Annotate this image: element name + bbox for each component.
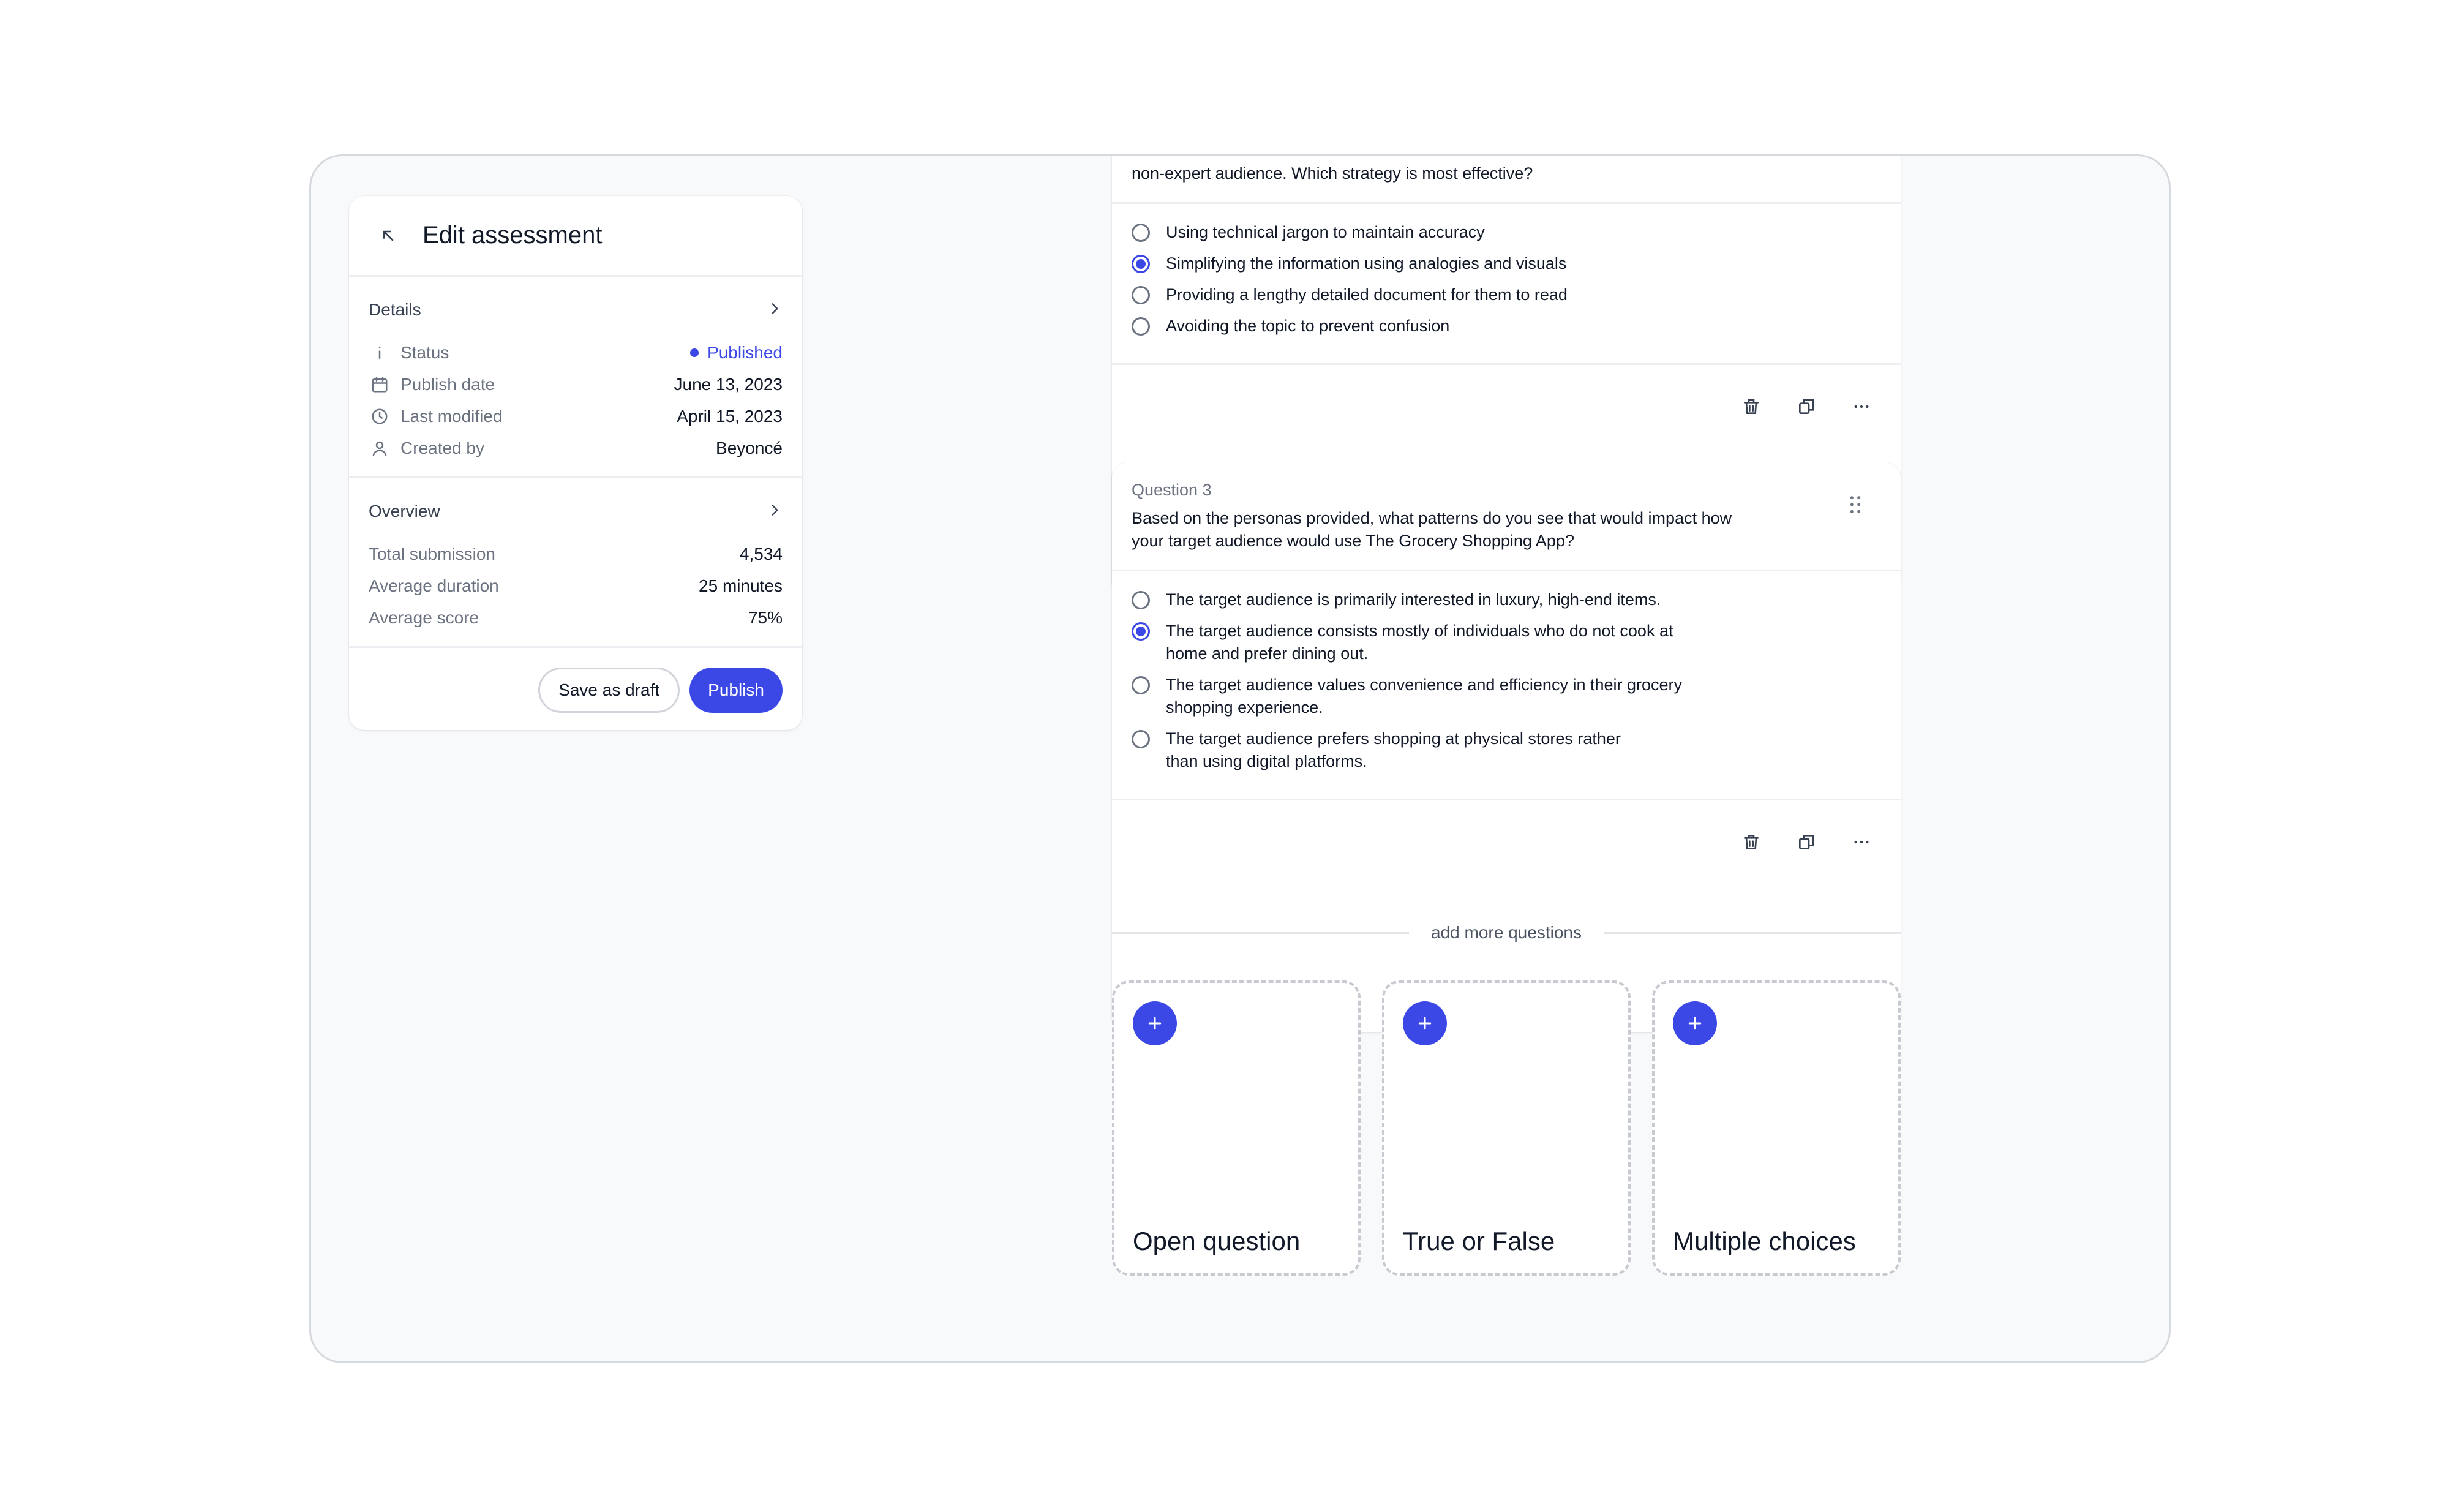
total-submission-label: Total submission <box>369 544 495 563</box>
average-score-label: Average score <box>369 608 479 627</box>
option-text: Using technical jargon to maintain accur… <box>1166 223 1485 241</box>
last-modified-value: April 15, 2023 <box>677 407 783 426</box>
user-icon <box>369 437 391 459</box>
overview-title: Overview <box>369 502 440 521</box>
details-title: Details <box>369 300 421 319</box>
add-more-label: add more questions <box>1431 923 1582 942</box>
radio-button[interactable] <box>1132 676 1150 694</box>
created-by-label: Created by <box>400 438 484 457</box>
sidebar-actions: Save as draft Publish <box>349 648 802 732</box>
last-modified-row: Last modified April 15, 2023 <box>369 401 783 432</box>
question-3-options: The target audience is primarily interes… <box>1112 571 1901 800</box>
divider-line <box>1112 931 1410 934</box>
question-type-label: True or False <box>1403 1227 1555 1255</box>
chevron-right-icon[interactable] <box>767 301 783 320</box>
publish-date-label: Publish date <box>400 375 495 394</box>
question-2-text: non-expert audience. Which strategy is m… <box>1132 164 1533 183</box>
publish-button[interactable]: Publish <box>689 668 783 713</box>
radio-button[interactable] <box>1132 224 1150 242</box>
overview-header[interactable]: Overview <box>369 495 783 527</box>
answer-option[interactable]: The target audience is primarily interes… <box>1132 589 1881 611</box>
question-2-options: Using technical jargon to maintain accur… <box>1112 204 1901 365</box>
radio-button[interactable] <box>1132 591 1150 609</box>
option-text: Avoiding the topic to prevent confusion <box>1166 317 1450 335</box>
more-horizontal-icon[interactable] <box>1847 827 1876 857</box>
duplicate-icon[interactable] <box>1792 392 1821 421</box>
status-label: Status <box>400 343 449 362</box>
option-text: The target audience prefers shopping at … <box>1166 729 1621 770</box>
answer-option[interactable]: The target audience prefers shopping at … <box>1132 728 1881 773</box>
average-duration-value: 25 minutes <box>699 576 783 595</box>
app-frame: Edit assessment Details Status Published… <box>309 154 2171 1363</box>
radio-button[interactable] <box>1132 730 1150 748</box>
status-dot-icon <box>690 348 699 357</box>
answer-option[interactable]: The target audience consists mostly of i… <box>1132 620 1881 665</box>
option-text: Simplifying the information using analog… <box>1166 254 1567 273</box>
divider-line <box>1603 931 1901 934</box>
add-open-question-card[interactable]: Open question <box>1112 980 1361 1276</box>
question-2-header: non-expert audience. Which strategy is m… <box>1112 156 1901 204</box>
last-modified-label: Last modified <box>400 407 503 426</box>
status-badge: Published <box>690 343 783 363</box>
radio-button-selected[interactable] <box>1132 622 1150 641</box>
details-header[interactable]: Details <box>369 294 783 326</box>
question-type-label: Open question <box>1133 1227 1301 1255</box>
total-submission-value: 4,534 <box>739 544 783 563</box>
save-draft-button[interactable]: Save as draft <box>538 668 680 713</box>
created-by-value: Beyoncé <box>716 438 783 457</box>
radio-button-selected[interactable] <box>1132 255 1150 273</box>
question-type-label: Multiple choices <box>1673 1227 1856 1255</box>
plus-icon[interactable] <box>1403 1001 1447 1045</box>
status-value: Published <box>707 343 783 362</box>
more-horizontal-icon[interactable] <box>1847 392 1876 421</box>
average-score-value: 75% <box>748 608 783 627</box>
question-3-number: Question 3 <box>1132 481 1212 499</box>
total-submission-row: Total submission 4,534 <box>369 538 783 570</box>
option-text: The target audience is primarily interes… <box>1166 590 1661 609</box>
answer-option[interactable]: Avoiding the topic to prevent confusion <box>1132 315 1881 337</box>
duplicate-icon[interactable] <box>1792 827 1821 857</box>
plus-icon[interactable] <box>1673 1001 1717 1045</box>
answer-option[interactable]: Providing a lengthy detailed document fo… <box>1132 284 1881 306</box>
created-by-row: Created by Beyoncé <box>369 432 783 464</box>
question-3-toolbar <box>1112 800 1901 884</box>
radio-button[interactable] <box>1132 286 1150 304</box>
answer-option[interactable]: The target audience values convenience a… <box>1132 674 1881 719</box>
trash-icon[interactable] <box>1737 392 1766 421</box>
average-duration-label: Average duration <box>369 576 499 595</box>
add-true-false-card[interactable]: True or False <box>1382 980 1631 1276</box>
option-text: Providing a lengthy detailed document fo… <box>1166 285 1568 304</box>
trash-icon[interactable] <box>1737 827 1766 857</box>
radio-button[interactable] <box>1132 317 1150 336</box>
page-title: Edit assessment <box>423 222 603 249</box>
back-arrow-icon[interactable] <box>370 217 407 254</box>
calendar-icon <box>369 374 391 396</box>
question-2-toolbar <box>1112 365 1901 448</box>
info-icon <box>369 342 391 364</box>
sidebar-header: Edit assessment <box>349 196 802 277</box>
answer-option[interactable]: Using technical jargon to maintain accur… <box>1132 221 1881 244</box>
status-row: Status Published <box>369 337 783 369</box>
add-multiple-choices-card[interactable]: Multiple choices <box>1652 980 1901 1276</box>
publish-date-row: Publish date June 13, 2023 <box>369 369 783 401</box>
assessment-sidebar: Edit assessment Details Status Published… <box>349 196 802 730</box>
answer-option[interactable]: Simplifying the information using analog… <box>1132 252 1881 275</box>
add-more-divider: add more questions <box>1112 914 1901 951</box>
drag-handle-icon[interactable] <box>1848 494 1863 518</box>
option-text: The target audience consists mostly of i… <box>1166 622 1673 663</box>
average-score-row: Average score 75% <box>369 602 783 634</box>
clock-icon <box>369 405 391 427</box>
details-section: Details Status Published Publish date Ju… <box>349 277 802 478</box>
average-duration-row: Average duration 25 minutes <box>369 570 783 602</box>
question-3-header: Question 3 Based on the personas provide… <box>1112 462 1901 571</box>
option-text: The target audience values convenience a… <box>1166 675 1683 717</box>
publish-date-value: June 13, 2023 <box>674 375 783 394</box>
overview-section: Overview Total submission 4,534 Average … <box>349 478 802 648</box>
chevron-right-icon[interactable] <box>767 502 783 521</box>
question-3-text: Based on the personas provided, what pat… <box>1132 509 1732 550</box>
plus-icon[interactable] <box>1133 1001 1177 1045</box>
